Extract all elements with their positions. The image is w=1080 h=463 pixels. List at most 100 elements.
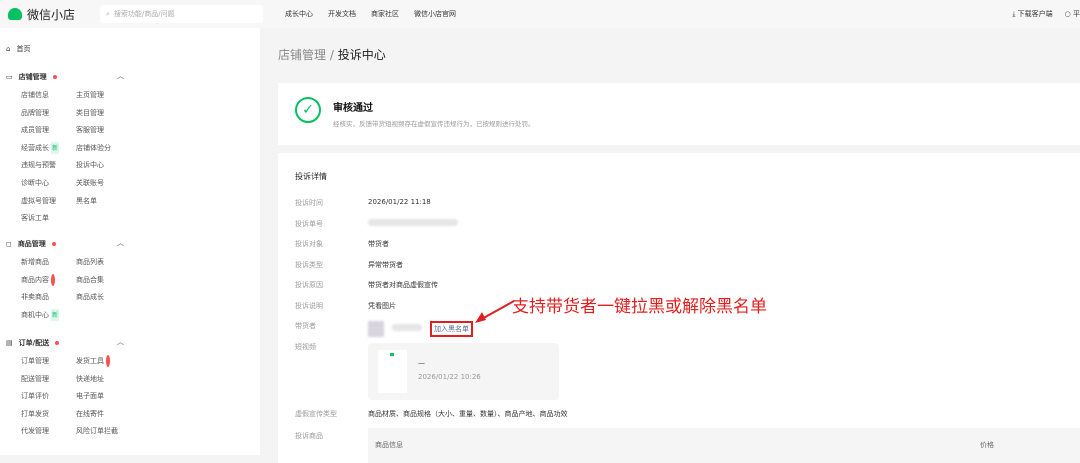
redacted-value (368, 218, 458, 226)
row-key: 投诉商品 (295, 432, 323, 440)
detail-row: 投诉说明 凭看图片 (295, 301, 396, 311)
sidebar-item[interactable]: 订单管理 (21, 355, 76, 367)
sidebar-item[interactable]: 在线寄件 (76, 408, 131, 420)
group-header-store[interactable]: ▭ 店铺管理 ︿ (6, 71, 126, 83)
annotation-arrow-icon (475, 300, 515, 323)
sidebar-item[interactable]: 虚拟号管理 (21, 195, 76, 207)
sidebar-item-label: 商品内容 (21, 275, 49, 284)
sidebar-item[interactable]: 非卖商品 (21, 291, 76, 303)
row-key: 短视频 (295, 342, 316, 351)
sidebar-item[interactable]: 商品列表 (76, 256, 131, 268)
sidebar-item[interactable]: 客服管理 (76, 124, 131, 136)
row-key: 带货者 (295, 322, 316, 330)
sidebar-item-label: 客诉工单 (21, 214, 49, 223)
search-input[interactable]: ⌕ 搜索功能/商品/问题 (100, 5, 263, 23)
group-title: 订单/配送 (18, 339, 50, 347)
sidebar-item[interactable]: 商品合集 (76, 274, 131, 286)
row-value: 带货者 (368, 240, 389, 248)
sidebar-item-label: 发货工具 (76, 357, 104, 365)
download-icon: ⤓ (1012, 10, 1016, 18)
video-title: — (418, 359, 425, 367)
sidebar-item[interactable]: 成员管理 (21, 124, 76, 136)
platform-button[interactable]: ○ 平 (1065, 9, 1080, 19)
nav-growth[interactable]: 成长中心 (285, 9, 313, 19)
video-card[interactable]: — 2026/01/22 10:26 (368, 343, 559, 400)
sidebar-item-label: 经营成长 (21, 143, 49, 152)
annotation-text: 支持带货者一键拉黑或解除黑名单 (512, 297, 767, 317)
detail-row: 虚假宣传类型 商品材质、商品规格（大小、重量、数量）、商品产地、商品功效 (295, 409, 568, 419)
chevron-up-icon[interactable]: ︿ (117, 238, 124, 248)
sidebar-item-label: 订单管理 (21, 357, 49, 365)
sidebar-item[interactable]: 配送管理 (21, 373, 76, 385)
add-to-blacklist-link[interactable]: 加入黑名单 (430, 321, 473, 337)
row-key: 投诉类型 (295, 260, 323, 269)
sidebar-item[interactable]: 电子面单 (76, 390, 131, 402)
nav-community[interactable]: 商家社区 (371, 9, 399, 19)
sidebar-item-label: 打单发货 (21, 409, 49, 418)
group-header-goods[interactable]: ◻ 商品管理 ︿ (6, 238, 126, 250)
sidebar-item-label: 非卖商品 (21, 293, 49, 302)
sidebar: ⌂ 首页 ▭ 店铺管理 ︿ 店铺信息 主页管理 品牌管理 类目管理 成员管理 客服管理 经营成长新… (0, 28, 260, 455)
top-bar: 微信小店 ⌕ 搜索功能/商品/问题 成长中心 开发文档 商家社区 微信小店官网 ⤓… (0, 0, 1080, 28)
sidebar-item-label: 商品成长 (76, 293, 104, 302)
sidebar-item[interactable]: 类目管理 (76, 107, 131, 119)
sidebar-item-label: 店铺信息 (21, 91, 49, 99)
nav-docs[interactable]: 开发文档 (328, 9, 356, 19)
sidebar-item[interactable]: 黑名单 (76, 195, 131, 207)
sidebar-item[interactable]: 商品成长 (76, 291, 131, 303)
sidebar-item[interactable]: 新增商品 (21, 256, 76, 268)
sidebar-item[interactable]: 客诉工单 (21, 212, 76, 224)
sidebar-item[interactable]: 快递地址 (76, 373, 131, 385)
sidebar-item[interactable]: 投诉中心 (76, 159, 131, 171)
sidebar-item[interactable]: 商机中心新 (21, 308, 76, 321)
goods-table: 商品信息 价格 (368, 428, 1080, 463)
sidebar-item-label: 黑名单 (76, 196, 97, 205)
sidebar-item[interactable]: 违规与预警 (21, 159, 76, 171)
sidebar-item[interactable]: 发货工具 (76, 355, 131, 367)
check-circle-icon: ✓ (295, 97, 321, 123)
video-time: 2026/01/22 10:26 (418, 373, 481, 381)
detail-row: 投诉单号 (295, 218, 458, 229)
logo[interactable]: 微信小店 (8, 6, 96, 23)
sidebar-item[interactable]: 经营成长新 (21, 141, 76, 154)
redacted-name (392, 324, 422, 331)
status-card: ✓ 审核通过 经核实，反馈带货短视频存在虚假宣传违规行为，已按规则进行处罚。 (278, 83, 1080, 145)
sidebar-item[interactable]: 店铺体验分 (76, 142, 131, 154)
sidebar-item-label: 店铺体验分 (76, 143, 111, 152)
sidebar-item[interactable]: 打单发货 (21, 408, 76, 420)
red-dot (52, 75, 57, 79)
detail-row: 短视频 (295, 342, 368, 352)
sidebar-item[interactable]: 代发管理 (21, 425, 76, 437)
sidebar-item-label: 电子面单 (76, 392, 104, 401)
row-value: 2026/01/22 11:18 (368, 198, 431, 206)
download-client-button[interactable]: ⤓ 下载客户端 (1012, 9, 1052, 19)
avatar (368, 321, 384, 337)
sidebar-item[interactable]: 商品内容 (21, 273, 76, 286)
col-header-info: 商品信息 (375, 441, 403, 449)
breadcrumb-parent[interactable]: 店铺管理 (278, 48, 326, 62)
row-value: 异常带货者 (368, 260, 403, 269)
sidebar-item-label: 配送管理 (21, 374, 49, 383)
group-title: 店铺管理 (18, 73, 47, 81)
sidebar-item-label: 商品列表 (76, 258, 104, 266)
sidebar-item[interactable]: 订单评价 (21, 390, 76, 402)
chevron-up-icon[interactable]: ︿ (117, 71, 124, 81)
sidebar-item-home[interactable]: ⌂ 首页 (6, 44, 30, 54)
sidebar-item[interactable]: 诊断中心 (21, 177, 76, 189)
breadcrumb-current: 投诉中心 (337, 48, 386, 62)
sidebar-item[interactable]: 关联账号 (76, 177, 131, 189)
video-thumbnail (378, 350, 407, 393)
sidebar-item[interactable]: 主页管理 (76, 89, 131, 101)
video-icon (390, 353, 394, 356)
chevron-up-icon[interactable]: ︿ (117, 337, 124, 347)
nav-official[interactable]: 微信小店官网 (414, 9, 456, 19)
sidebar-item[interactable]: 店铺信息 (21, 89, 76, 101)
app-name: 微信小店 (27, 7, 76, 22)
sidebar-item[interactable]: 风险订单拦截 (76, 425, 131, 437)
sidebar-item[interactable]: 品牌管理 (21, 107, 76, 119)
red-dot (51, 242, 56, 246)
row-value: 凭看图片 (368, 301, 396, 310)
group-header-orders[interactable]: ▤ 订单/配送 ︿ (6, 337, 126, 349)
group-goods: ◻ 商品管理 ︿ 新增商品 商品列表 商品内容 商品合集 非卖商品 商品成长 商机中心新 (6, 238, 126, 321)
sidebar-item-label: 代发管理 (21, 427, 49, 436)
